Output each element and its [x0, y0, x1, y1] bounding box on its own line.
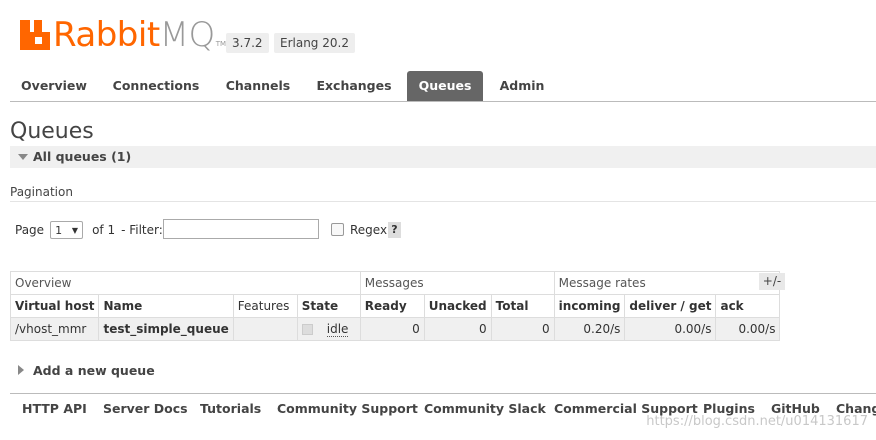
- main-nav-tabs: Overview Connections Channels Exchanges …: [10, 71, 876, 102]
- rabbit-logo-icon: [20, 20, 50, 50]
- logo-wordmark: RabbitMQ: [53, 18, 215, 52]
- tab-admin[interactable]: Admin: [494, 71, 550, 101]
- regex-checkbox[interactable]: [331, 223, 344, 236]
- row-vhost: /vhost_mmr: [9, 317, 100, 341]
- pagination-divider: [10, 201, 876, 202]
- collapse-triangle-icon: [18, 154, 28, 160]
- row-ready: 0: [359, 317, 425, 341]
- pagination-label: Pagination: [10, 185, 73, 199]
- chevron-down-icon: ▼: [71, 225, 79, 235]
- pagination-controls: Page 1 ▼ of 1 - Filter:: [15, 219, 163, 241]
- col-incoming[interactable]: incoming: [553, 294, 626, 318]
- page-select-value: 1: [55, 223, 63, 237]
- page-title: Queues: [10, 119, 94, 144]
- regex-help-icon[interactable]: ?: [388, 222, 401, 238]
- footer-divider: [10, 393, 876, 394]
- group-messages: Messages: [359, 271, 555, 295]
- all-queues-section-toggle[interactable]: All queues (1): [10, 146, 876, 168]
- tab-channels[interactable]: Channels: [218, 71, 298, 101]
- logo-rabbit-text: Rabbit: [53, 15, 160, 55]
- state-indicator-icon: [301, 323, 313, 335]
- regex-label: Regex: [350, 223, 388, 237]
- col-ready[interactable]: Ready: [359, 294, 425, 318]
- filter-input[interactable]: [163, 219, 319, 239]
- footer-link-community-slack[interactable]: Community Slack: [424, 401, 546, 416]
- col-total[interactable]: Total: [490, 294, 555, 318]
- queues-table: Overview Messages Message rates Virtual …: [9, 271, 781, 341]
- erlang-version-badge: Erlang 20.2: [274, 33, 355, 53]
- table-row: /vhost_mmr test_simple_queue idle 0 0 0 …: [9, 317, 781, 341]
- version-badge: 3.7.2: [226, 33, 269, 53]
- group-message-rates: Message rates: [553, 271, 781, 295]
- logo-trademark: TM: [215, 40, 227, 48]
- row-state-text: idle: [326, 321, 349, 337]
- row-incoming: 0.20/s: [553, 317, 626, 341]
- col-ack[interactable]: ack: [715, 294, 781, 318]
- row-deliver-get: 0.00/s: [624, 317, 717, 341]
- expand-triangle-icon: [18, 365, 24, 375]
- col-virtual-host[interactable]: Virtual host: [9, 294, 100, 318]
- watermark-text: https://blog.csdn.net/u014131617: [646, 414, 868, 429]
- footer-link-server-docs[interactable]: Server Docs: [103, 401, 188, 416]
- add-queue-label: Add a new queue: [33, 363, 155, 378]
- page-count: of 1: [92, 223, 116, 237]
- row-features: [232, 317, 298, 341]
- col-name[interactable]: Name: [98, 294, 234, 318]
- toggle-columns-button[interactable]: +/-: [759, 273, 785, 290]
- row-unacked: 0: [423, 317, 492, 341]
- filter-label: - Filter:: [121, 223, 163, 237]
- col-unacked[interactable]: Unacked: [423, 294, 492, 318]
- table-group-header-row: Overview Messages Message rates: [10, 271, 781, 295]
- col-state[interactable]: State: [296, 294, 361, 318]
- row-queue-name-link[interactable]: test_simple_queue: [98, 317, 234, 341]
- group-overview: Overview: [10, 271, 361, 295]
- tab-overview[interactable]: Overview: [10, 71, 98, 101]
- rabbitmq-logo: RabbitMQ TM: [20, 14, 227, 52]
- row-total: 0: [490, 317, 555, 341]
- tab-exchanges[interactable]: Exchanges: [310, 71, 398, 101]
- table-column-header-row: Virtual host Name Features State Ready U…: [9, 294, 781, 318]
- col-features: Features: [232, 294, 298, 318]
- footer-link-tutorials[interactable]: Tutorials: [200, 401, 261, 416]
- all-queues-label: All queues (1): [33, 149, 132, 164]
- logo-mq-text: MQ: [159, 15, 216, 55]
- page-label: Page: [15, 223, 45, 237]
- footer-link-community-support[interactable]: Community Support: [277, 401, 418, 416]
- row-ack: 0.00/s: [715, 317, 781, 341]
- tab-connections[interactable]: Connections: [106, 71, 206, 101]
- footer-link-http-api[interactable]: HTTP API: [22, 401, 87, 416]
- page-select[interactable]: 1 ▼: [50, 221, 84, 239]
- row-state: idle: [296, 317, 361, 341]
- col-deliver-get[interactable]: deliver / get: [624, 294, 717, 318]
- tab-queues[interactable]: Queues: [407, 71, 483, 101]
